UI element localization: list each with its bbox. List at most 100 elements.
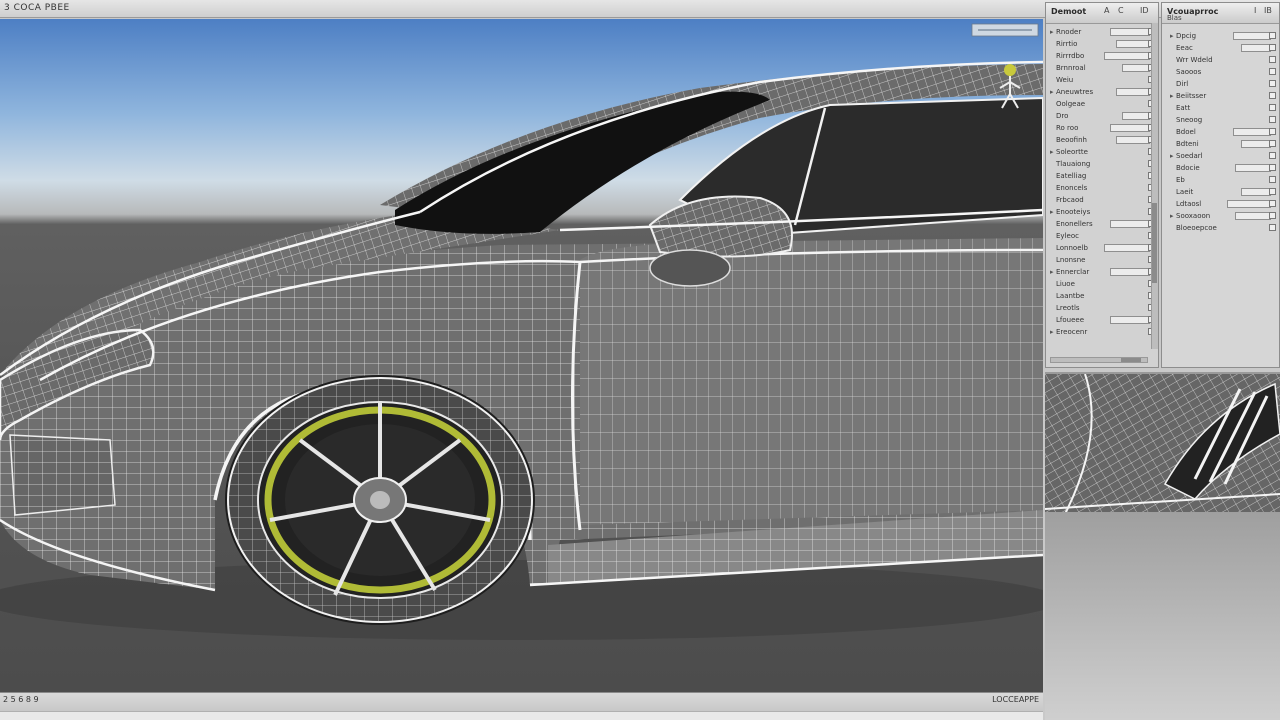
outliner-row[interactable]: Rirrtio — [1050, 38, 1158, 50]
properties-row-field[interactable] — [1233, 128, 1271, 136]
outliner-row-label: Laantbe — [1056, 292, 1085, 300]
properties-row-field[interactable] — [1235, 164, 1271, 172]
outliner-row-field[interactable] — [1110, 220, 1150, 228]
status-bar: 2 5 6 8 9 LOCCEAPPE — [0, 692, 1043, 720]
3d-viewport[interactable] — [0, 19, 1043, 692]
properties-row[interactable]: Bdteni — [1170, 138, 1279, 150]
properties-row[interactable]: ▸ Beiitsser — [1170, 90, 1279, 102]
properties-control-i[interactable]: I — [1254, 6, 1256, 15]
outliner-row[interactable]: Enoncels — [1050, 182, 1158, 194]
outliner-row[interactable]: Eyleoc — [1050, 230, 1158, 242]
checkbox-icon[interactable] — [1269, 68, 1276, 75]
checkbox-icon[interactable] — [1269, 44, 1276, 51]
properties-control-ib[interactable]: IB — [1264, 6, 1272, 15]
checkbox-icon[interactable] — [1269, 164, 1276, 171]
outliner-row[interactable]: ▸ Enooteiys — [1050, 206, 1158, 218]
outliner-row-field[interactable] — [1116, 40, 1150, 48]
properties-row-field[interactable] — [1233, 32, 1271, 40]
outliner-hscrollbar[interactable] — [1050, 357, 1148, 363]
checkbox-icon[interactable] — [1269, 188, 1276, 195]
outliner-row-field[interactable] — [1116, 88, 1150, 96]
outliner-row[interactable]: Weiu — [1050, 74, 1158, 86]
properties-row-label: Bloeoepcoe — [1176, 224, 1217, 232]
checkbox-icon[interactable] — [1269, 224, 1276, 231]
properties-row[interactable]: Dirl — [1170, 78, 1279, 90]
outliner-row[interactable]: ▸ Aneuwtres — [1050, 86, 1158, 98]
view-gizmo[interactable] — [968, 22, 1042, 118]
checkbox-icon[interactable] — [1269, 176, 1276, 183]
checkbox-icon[interactable] — [1269, 32, 1276, 39]
properties-row[interactable]: Ldtaosl — [1170, 198, 1279, 210]
checkbox-icon[interactable] — [1269, 116, 1276, 123]
checkbox-icon[interactable] — [1269, 152, 1276, 159]
properties-row[interactable]: Laeit — [1170, 186, 1279, 198]
outliner-row-field[interactable] — [1104, 52, 1150, 60]
properties-row[interactable]: Sneoog — [1170, 114, 1279, 126]
properties-row-field[interactable] — [1235, 212, 1271, 220]
properties-row[interactable]: Eatt — [1170, 102, 1279, 114]
outliner-row-field[interactable] — [1116, 136, 1150, 144]
outliner-row[interactable]: Oolgeae — [1050, 98, 1158, 110]
properties-row-field[interactable] — [1241, 188, 1271, 196]
outliner-row[interactable]: Frbcaod — [1050, 194, 1158, 206]
checkbox-icon[interactable] — [1269, 140, 1276, 147]
properties-row[interactable]: Eeac — [1170, 42, 1279, 54]
outliner-control-c[interactable]: C — [1118, 6, 1124, 15]
outliner-row[interactable]: ▸ Ereocenr — [1050, 326, 1158, 338]
outliner-row[interactable]: Enonellers — [1050, 218, 1158, 230]
properties-row-field[interactable] — [1241, 140, 1271, 148]
outliner-row[interactable]: Lonnoelb — [1050, 242, 1158, 254]
outliner-row-field[interactable] — [1110, 124, 1150, 132]
outliner-row[interactable]: ▸ Soleortte — [1050, 146, 1158, 158]
properties-row[interactable]: Saooos — [1170, 66, 1279, 78]
properties-row-field[interactable] — [1241, 44, 1271, 52]
properties-row[interactable]: Bdoel — [1170, 126, 1279, 138]
outliner-scrollbar-thumb[interactable] — [1152, 203, 1157, 283]
properties-row[interactable]: ▸ Sooxaoon — [1170, 210, 1279, 222]
outliner-scrollbar[interactable] — [1151, 23, 1158, 349]
properties-row[interactable]: Wrr Wdeld — [1170, 54, 1279, 66]
checkbox-icon[interactable] — [1269, 200, 1276, 207]
outliner-row[interactable]: ▸ Ennerclar — [1050, 266, 1158, 278]
properties-row-label: Soedarl — [1176, 152, 1203, 160]
properties-row-field[interactable] — [1227, 200, 1271, 208]
detail-viewport[interactable] — [1045, 372, 1280, 514]
checkbox-icon[interactable] — [1269, 212, 1276, 219]
outliner-row-field[interactable] — [1110, 28, 1150, 36]
checkbox-icon[interactable] — [1269, 104, 1276, 111]
outliner-row[interactable]: Lreotls — [1050, 302, 1158, 314]
outliner-row[interactable]: Tlauaiong — [1050, 158, 1158, 170]
outliner-control-id[interactable]: ID — [1140, 6, 1149, 15]
outliner-row-field[interactable] — [1122, 64, 1150, 72]
outliner-row-field[interactable] — [1104, 244, 1150, 252]
outliner-row-field[interactable] — [1122, 112, 1150, 120]
properties-row[interactable]: Eb — [1170, 174, 1279, 186]
properties-row[interactable]: ▸ Dpcig — [1170, 30, 1279, 42]
outliner-row[interactable]: Lnonsne — [1050, 254, 1158, 266]
outliner-row[interactable]: Liuoe — [1050, 278, 1158, 290]
outliner-row[interactable]: Laantbe — [1050, 290, 1158, 302]
outliner-row[interactable]: Ro roo — [1050, 122, 1158, 134]
outliner-row-label: Dro — [1056, 112, 1069, 120]
outliner-row-field[interactable] — [1110, 316, 1150, 324]
properties-row[interactable]: ▸ Soedarl — [1170, 150, 1279, 162]
checkbox-icon[interactable] — [1269, 92, 1276, 99]
outliner-hscrollbar-thumb[interactable] — [1121, 358, 1141, 362]
properties-row[interactable]: Bloeoepcoe — [1170, 222, 1279, 234]
outliner-row[interactable]: Dro — [1050, 110, 1158, 122]
outliner-row[interactable]: Rirrrdbo — [1050, 50, 1158, 62]
outliner-row[interactable]: Beoofinh — [1050, 134, 1158, 146]
properties-row-label: Dpcig — [1176, 32, 1197, 40]
properties-row[interactable]: Bdocie — [1170, 162, 1279, 174]
checkbox-icon[interactable] — [1269, 128, 1276, 135]
outliner-row[interactable]: Lfoueee — [1050, 314, 1158, 326]
outliner-row-label: Enonellers — [1056, 220, 1093, 228]
checkbox-icon[interactable] — [1269, 80, 1276, 87]
outliner-row-field[interactable] — [1110, 268, 1150, 276]
outliner-control-a[interactable]: A — [1104, 6, 1109, 15]
outliner-row[interactable]: Brnnroal — [1050, 62, 1158, 74]
outliner-row[interactable]: ▸ Rnoder — [1050, 26, 1158, 38]
outliner-row[interactable]: Eatelliag — [1050, 170, 1158, 182]
outliner-row-label: Frbcaod — [1056, 196, 1084, 204]
checkbox-icon[interactable] — [1269, 56, 1276, 63]
